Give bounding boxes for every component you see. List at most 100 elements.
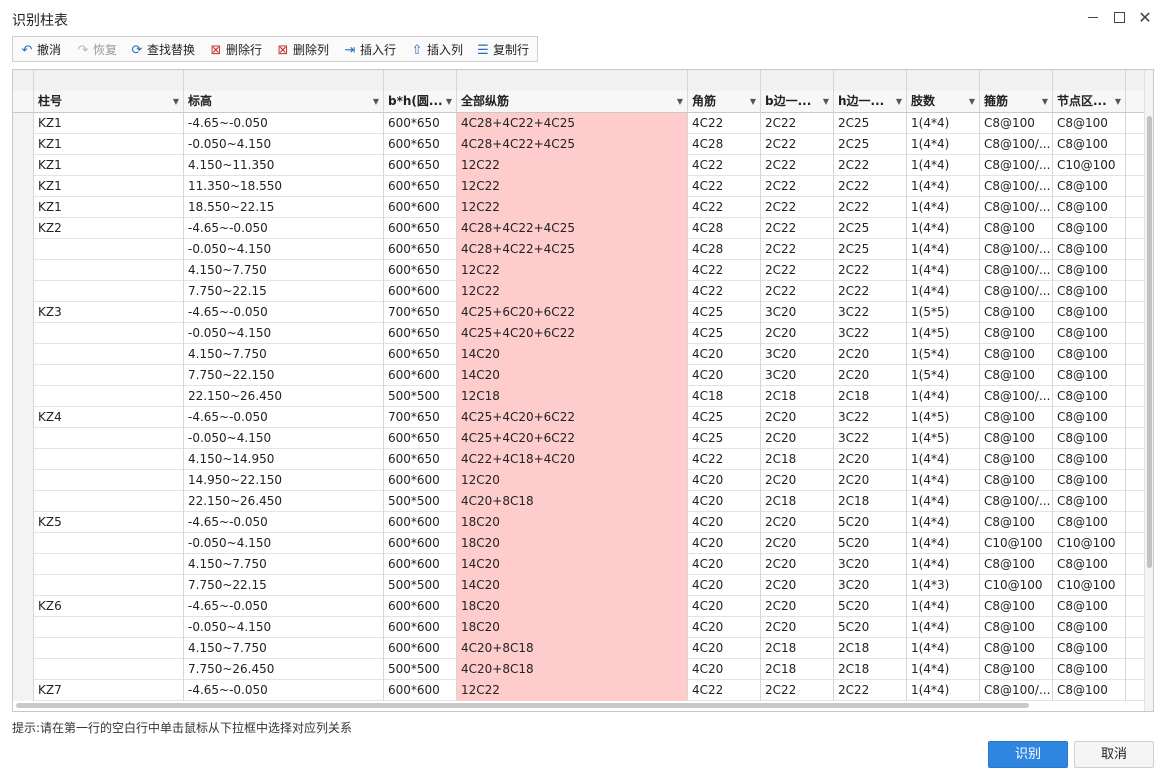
table-cell[interactable]: 600*650 (384, 323, 457, 344)
table-cell[interactable]: 2C22 (761, 239, 834, 260)
table-cell[interactable]: C8@100/... (980, 155, 1053, 176)
table-cell[interactable]: 4C20 (688, 470, 761, 491)
table-row[interactable]: KZ7 -4.65~-0.050 600*600 12C22 4C22 2C22 2C22 1… (13, 680, 1153, 701)
table-cell[interactable]: 4C20 (688, 638, 761, 659)
table-cell[interactable]: C8@100 (1053, 302, 1126, 323)
table-cell[interactable]: C8@100 (1053, 407, 1126, 428)
table-cell[interactable]: C8@100 (1053, 239, 1126, 260)
table-cell[interactable]: 600*600 (384, 512, 457, 533)
row-header-cell[interactable] (13, 470, 34, 491)
table-cell[interactable]: C10@100 (980, 533, 1053, 554)
table-cell[interactable]: 4C28+4C22+4C25 (457, 218, 688, 239)
table-cell[interactable] (34, 575, 184, 596)
table-cell[interactable]: -0.050~4.150 (184, 428, 384, 449)
table-cell[interactable]: 2C22 (761, 176, 834, 197)
table-cell[interactable]: 600*600 (384, 638, 457, 659)
table-cell[interactable]: C8@100 (980, 659, 1053, 680)
blank-header-cell[interactable] (761, 70, 834, 91)
table-cell[interactable]: C8@100 (1053, 680, 1126, 701)
table-cell[interactable]: 4C20+8C18 (457, 659, 688, 680)
table-cell[interactable]: 14C20 (457, 575, 688, 596)
table-cell[interactable]: 4.150~7.750 (184, 554, 384, 575)
table-cell[interactable]: 1(4*4) (907, 659, 980, 680)
table-cell[interactable]: C8@100 (1053, 260, 1126, 281)
table-cell[interactable]: -4.65~-0.050 (184, 680, 384, 701)
table-row[interactable]: 4.150~14.950 600*650 4C22+4C18+4C20 4C22 2C1… (13, 449, 1153, 470)
copy-row-button[interactable]: ☰ 复制行 (475, 41, 529, 59)
table-cell[interactable]: 2C20 (834, 365, 907, 386)
table-cell[interactable]: 1(4*4) (907, 617, 980, 638)
table-cell[interactable]: 4C22 (688, 449, 761, 470)
maximize-button[interactable] (1109, 8, 1129, 28)
table-cell[interactable]: 500*500 (384, 659, 457, 680)
table-cell[interactable]: 2C18 (761, 659, 834, 680)
table-cell[interactable] (34, 365, 184, 386)
table-cell[interactable]: 7.750~22.15 (184, 281, 384, 302)
row-header-cell[interactable] (13, 260, 34, 281)
table-cell[interactable]: 3C20 (761, 302, 834, 323)
table-cell[interactable]: 2C22 (834, 155, 907, 176)
table-cell[interactable]: 1(4*4) (907, 155, 980, 176)
table-cell[interactable]: 1(4*4) (907, 218, 980, 239)
column-header[interactable]: h边一... ▼ (834, 91, 907, 112)
table-cell[interactable] (34, 344, 184, 365)
table-cell[interactable]: 1(5*5) (907, 302, 980, 323)
row-header-cell[interactable] (13, 533, 34, 554)
table-cell[interactable]: C8@100 (1053, 134, 1126, 155)
column-header[interactable]: 全部纵筋 ▼ (457, 91, 688, 112)
table-cell[interactable]: 1(4*4) (907, 386, 980, 407)
table-cell[interactable]: 4.150~7.750 (184, 344, 384, 365)
table-cell[interactable]: KZ6 (34, 596, 184, 617)
table-cell[interactable]: 1(4*4) (907, 197, 980, 218)
table-cell[interactable]: 600*600 (384, 281, 457, 302)
table-cell[interactable]: 2C18 (761, 491, 834, 512)
table-cell[interactable]: 4C20+8C18 (457, 638, 688, 659)
table-cell[interactable]: C8@100 (1053, 659, 1126, 680)
column-header[interactable]: 肢数 ▼ (907, 91, 980, 112)
table-cell[interactable]: KZ1 (34, 113, 184, 134)
table-cell[interactable]: KZ2 (34, 218, 184, 239)
table-cell[interactable]: C8@100 (1053, 113, 1126, 134)
table-row[interactable]: KZ3 -4.65~-0.050 700*650 4C25+6C20+6C22 4C25… (13, 302, 1153, 323)
table-cell[interactable]: 600*650 (384, 344, 457, 365)
table-cell[interactable]: 4C20 (688, 617, 761, 638)
table-cell[interactable] (34, 428, 184, 449)
table-cell[interactable]: 14.950~22.150 (184, 470, 384, 491)
table-cell[interactable]: 4C20 (688, 491, 761, 512)
table-cell[interactable]: C8@100 (1053, 449, 1126, 470)
table-cell[interactable]: 2C22 (761, 134, 834, 155)
row-header-cell[interactable] (13, 491, 34, 512)
table-cell[interactable]: 2C22 (761, 197, 834, 218)
table-cell[interactable]: -0.050~4.150 (184, 533, 384, 554)
table-cell[interactable]: 4C25+4C20+6C22 (457, 428, 688, 449)
table-cell[interactable]: C8@100 (1053, 281, 1126, 302)
table-cell[interactable] (34, 533, 184, 554)
table-cell[interactable]: 2C22 (834, 281, 907, 302)
blank-header-cell[interactable] (457, 70, 688, 91)
table-row[interactable]: 4.150~7.750 600*650 12C22 4C22 2C22 2C22 1(4*4… (13, 260, 1153, 281)
table-cell[interactable]: C8@100 (1053, 596, 1126, 617)
table-cell[interactable]: 2C20 (761, 575, 834, 596)
table-row[interactable]: KZ1 -4.65~-0.050 600*650 4C28+4C22+4C25 4C22… (13, 113, 1153, 134)
table-cell[interactable]: 500*500 (384, 575, 457, 596)
row-header-cell[interactable] (13, 365, 34, 386)
table-cell[interactable] (34, 260, 184, 281)
table-cell[interactable]: C8@100 (1053, 638, 1126, 659)
table-cell[interactable]: 18C20 (457, 596, 688, 617)
table-cell[interactable]: 4C25+4C20+6C22 (457, 407, 688, 428)
insert-column-button[interactable]: ⇧ 插入列 (409, 41, 463, 59)
dropdown-arrow-icon[interactable]: ▼ (1115, 91, 1121, 112)
table-cell[interactable] (34, 281, 184, 302)
table-cell[interactable]: KZ1 (34, 176, 184, 197)
table-cell[interactable]: 2C22 (761, 218, 834, 239)
table-cell[interactable]: C8@100 (1053, 617, 1126, 638)
table-cell[interactable]: 4C20 (688, 554, 761, 575)
table-cell[interactable]: 4.150~11.350 (184, 155, 384, 176)
row-header-cell[interactable] (13, 134, 34, 155)
table-row[interactable]: KZ5 -4.65~-0.050 600*600 18C20 4C20 2C20 5C20 1… (13, 512, 1153, 533)
dropdown-arrow-icon[interactable]: ▼ (373, 91, 379, 112)
table-cell[interactable]: -0.050~4.150 (184, 239, 384, 260)
table-cell[interactable]: 18C20 (457, 533, 688, 554)
table-cell[interactable]: -4.65~-0.050 (184, 512, 384, 533)
table-cell[interactable]: 600*650 (384, 260, 457, 281)
